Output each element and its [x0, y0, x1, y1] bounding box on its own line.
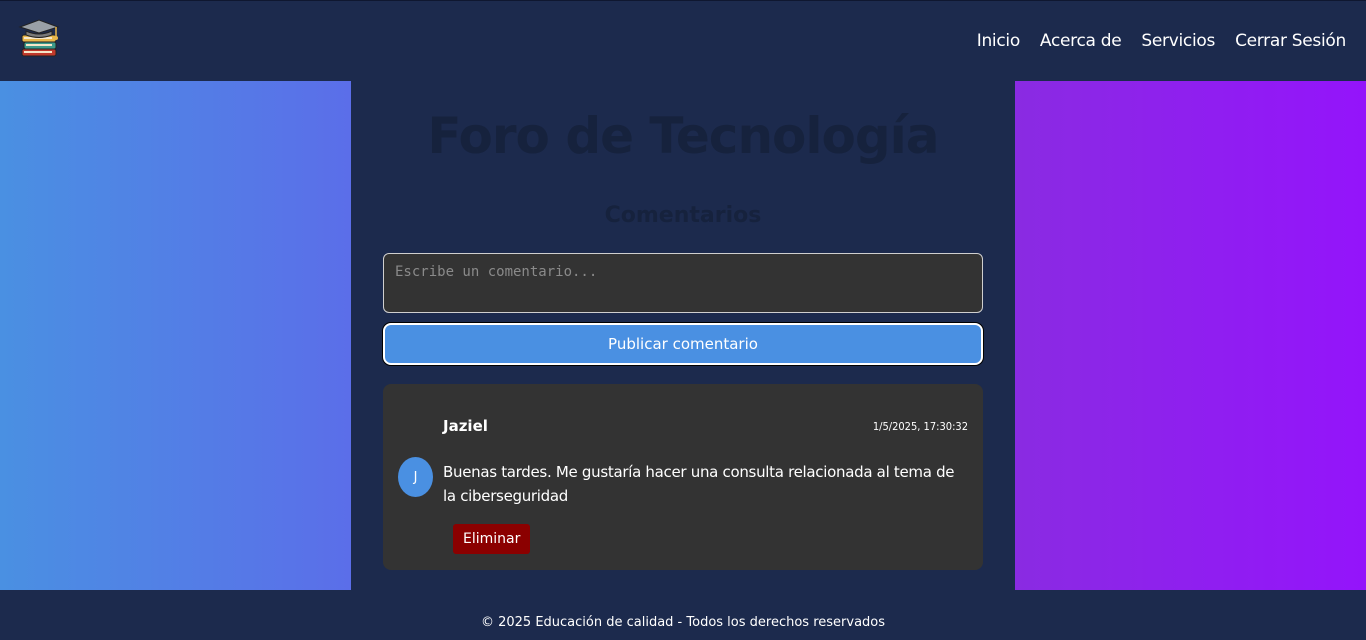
comment-text: Buenas tardes. Me gustaría hacer una con…	[443, 463, 955, 505]
main-nav: Inicio Acerca de Servicios Cerrar Sesión	[977, 31, 1347, 51]
left-gradient-panel	[0, 81, 351, 590]
nav-link-servicios[interactable]: Servicios	[1141, 31, 1215, 51]
nav-link-inicio[interactable]: Inicio	[977, 31, 1020, 51]
nav-link-cerrar-sesion[interactable]: Cerrar Sesión	[1235, 31, 1346, 51]
page-title: Foro de Tecnología	[427, 107, 939, 165]
site-footer: © 2025 Educación de calidad - Todos los …	[0, 590, 1366, 640]
forum-main: Foro de Tecnología Comentarios Publicar …	[351, 81, 1015, 590]
comment-author: Jaziel	[443, 417, 488, 435]
comments-heading: Comentarios	[604, 203, 762, 228]
avatar: J	[398, 457, 433, 497]
nav-link-acerca-de[interactable]: Acerca de	[1040, 31, 1122, 51]
comment-input[interactable]	[383, 253, 983, 313]
delete-comment-button[interactable]: Eliminar	[453, 524, 531, 554]
footer-copyright: © 2025 Educación de calidad - Todos los …	[480, 615, 886, 630]
site-header: Inicio Acerca de Servicios Cerrar Sesión	[0, 0, 1366, 81]
comment-timestamp: 1/5/2025, 17:30:32	[872, 420, 968, 433]
right-gradient-panel	[1015, 81, 1366, 590]
graduation-cap-books-icon[interactable]	[18, 17, 62, 61]
publish-comment-button[interactable]: Publicar comentario	[383, 323, 983, 365]
comment-card: Jaziel 1/5/2025, 17:30:32 J Buenas tarde…	[383, 384, 983, 570]
